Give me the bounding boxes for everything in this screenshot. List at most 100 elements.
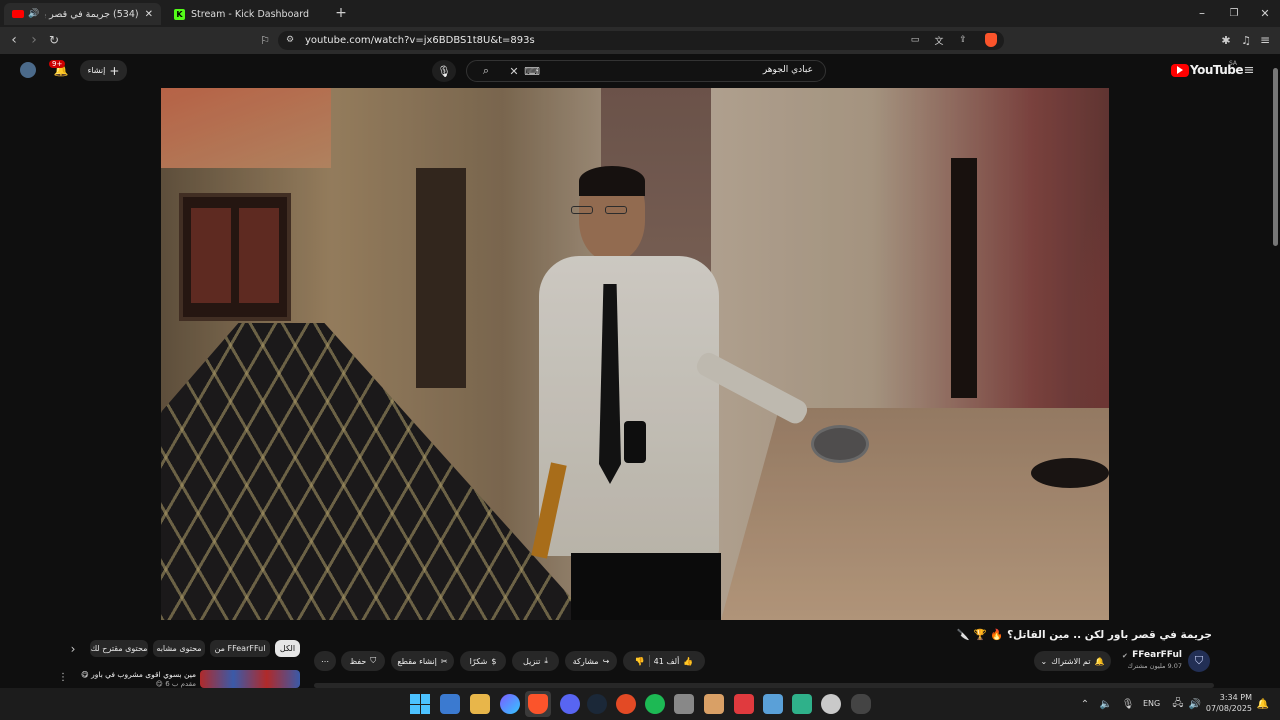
thanks-button[interactable]: شكرًا $ xyxy=(460,651,506,671)
search-icon[interactable]: ⌕ xyxy=(479,64,493,78)
related-more-icon[interactable]: ⋮ xyxy=(58,670,68,684)
keyboard-icon[interactable]: ⌨ xyxy=(524,64,540,78)
notification-count-badge: 9+ xyxy=(49,60,66,68)
related-item-thumbnail[interactable] xyxy=(200,670,300,688)
tab-kick[interactable]: K Stream - Kick Dashboard xyxy=(166,3,326,25)
plus-icon: + xyxy=(109,63,120,78)
dislike-icon[interactable]: 👎 xyxy=(635,657,645,666)
file-explorer-icon[interactable] xyxy=(470,694,490,714)
channel-avatar[interactable]: ⛉ xyxy=(1188,650,1210,672)
language-indicator[interactable]: ENG xyxy=(1143,699,1160,708)
start-windows-icon[interactable] xyxy=(410,694,430,714)
spotify-icon[interactable] xyxy=(645,694,665,714)
save-button[interactable]: حفظ ⛉ xyxy=(341,651,385,671)
minimize-icon[interactable]: – xyxy=(1194,5,1210,21)
notification-center-icon[interactable]: 🔔 xyxy=(1256,696,1270,712)
tray-network-icon[interactable]: 🖧 xyxy=(1171,696,1185,712)
like-icon[interactable]: 👍 xyxy=(683,657,693,666)
close-window-icon[interactable]: ✕ xyxy=(1257,5,1273,21)
guide-menu-icon[interactable]: ≡ xyxy=(1241,62,1257,78)
tray-volume-icon[interactable]: 🔈 xyxy=(1099,696,1113,712)
new-tab-plus-icon[interactable]: + xyxy=(333,5,349,21)
close-tab-icon[interactable]: ✕ xyxy=(145,9,153,20)
save-label: حفظ xyxy=(349,656,367,666)
app-icon[interactable] xyxy=(792,694,812,714)
brave-browser-icon[interactable] xyxy=(528,694,548,714)
scrollbar-thumb[interactable] xyxy=(1273,68,1278,246)
verified-icon: ✔ xyxy=(1122,652,1128,660)
speaker-icon[interactable]: 🔊 xyxy=(28,9,39,19)
site-info-icon[interactable]: ⚙ xyxy=(284,34,296,46)
tab-youtube[interactable]: 🔊 (534) جريمة في قصر باور لكن ✕ xyxy=(4,3,161,25)
tray-chevron-up-icon[interactable]: ⌃ xyxy=(1078,696,1092,712)
search-box[interactable]: ⌕ ✕ ⌨ عبادي الجوهر xyxy=(466,60,826,82)
chip-all[interactable]: الكل xyxy=(275,640,300,657)
video-title: جريمة في قصر باور لكن .. مين القاتل؟ 🔥 🏆… xyxy=(956,629,1212,641)
steam-icon[interactable] xyxy=(587,694,607,714)
channel-name[interactable]: FFearFFul xyxy=(1130,650,1182,660)
clip-button[interactable]: إنشاء مقطع ✂ xyxy=(391,651,454,671)
video-player[interactable] xyxy=(161,88,1109,620)
search-input[interactable]: عبادي الجوهر xyxy=(763,65,813,75)
tab-title: (534) جريمة في قصر باور لكن xyxy=(45,8,139,20)
page-scrollbar[interactable] xyxy=(1270,54,1280,688)
share-arrow-icon: ↪ xyxy=(602,656,610,666)
clear-search-icon[interactable]: ✕ xyxy=(507,64,521,78)
download-button[interactable]: تنزيل ⤓ xyxy=(512,651,559,671)
tray-mic-icon[interactable]: 🎙 xyxy=(1121,696,1135,712)
save-icon: ⛉ xyxy=(370,656,377,665)
tray-speaker-icon[interactable]: 🔊 xyxy=(1188,696,1202,712)
share-label: مشاركة xyxy=(572,656,599,666)
related-item-title[interactable]: مين بسوي اقوى مشروب في باور 😋 ( xyxy=(78,670,196,679)
windows-taskbar: ⌃ 🔈 🎙 ENG 🖧 🔊 3:34 PM 07/08/2025 🔔 xyxy=(0,688,1280,720)
address-bar[interactable]: ⚙ youtube.com/watch?v=jx6BDBS1t8U&t=893s… xyxy=(278,31,1004,50)
subscribed-button[interactable]: ⌄ تم الاشتراك 🔔 xyxy=(1034,651,1111,671)
clock-time[interactable]: 3:34 PM xyxy=(1208,693,1252,702)
reload-icon[interactable]: ↻ xyxy=(46,32,62,48)
region-code: SA xyxy=(1229,60,1238,67)
clock-date[interactable]: 07/08/2025 xyxy=(1204,704,1252,713)
browser-tab-strip: 🔊 (534) جريمة في قصر باور لكن ✕ K Stream… xyxy=(0,0,1280,27)
share-button[interactable]: مشاركة ↪ xyxy=(565,651,617,671)
browser-toolbar: ‹ › ↻ ⚐ ⚙ youtube.com/watch?v=jx6BDBS1t8… xyxy=(0,27,1280,54)
media-icon[interactable]: ♫ xyxy=(1238,32,1254,48)
brave-shields-icon[interactable] xyxy=(982,32,1000,48)
clip-label: إنشاء مقطع xyxy=(397,656,437,666)
avatar[interactable] xyxy=(20,62,36,78)
share-page-icon[interactable]: ⇪ xyxy=(956,34,970,46)
settings-gear-icon[interactable] xyxy=(821,694,841,714)
app-icon[interactable] xyxy=(763,694,783,714)
app-icon[interactable] xyxy=(734,694,754,714)
scissors-icon: ✂ xyxy=(440,656,448,666)
forward-icon[interactable]: › xyxy=(26,32,42,48)
voice-search-icon[interactable]: 🎙 xyxy=(432,60,456,82)
subscribed-label: تم الاشتراك xyxy=(1051,656,1091,666)
cast-icon[interactable]: ▭ xyxy=(908,34,922,46)
widgets-icon[interactable] xyxy=(440,694,460,714)
youtube-favicon-icon xyxy=(12,10,24,18)
translate-icon[interactable]: 文 xyxy=(932,34,946,47)
download-icon: ⤓ xyxy=(544,656,548,665)
discord-icon[interactable] xyxy=(560,694,580,714)
app-icon[interactable] xyxy=(851,694,871,714)
back-icon[interactable]: ‹ xyxy=(6,32,22,48)
chips-next-icon[interactable]: › xyxy=(66,642,80,656)
chip-from-channel[interactable]: من FFearFFul xyxy=(210,640,270,657)
like-count: 41 ألف xyxy=(653,656,680,666)
thanks-label: شكرًا xyxy=(469,656,488,666)
bookmark-icon[interactable]: ⚐ xyxy=(257,32,273,48)
browser-menu-icon[interactable]: ≡ xyxy=(1257,32,1273,48)
app-icon[interactable] xyxy=(704,694,724,714)
restore-icon[interactable]: ❐ xyxy=(1226,5,1242,21)
chip-recommended[interactable]: محتوى مقترح لك xyxy=(90,640,148,657)
create-label: إنشاء xyxy=(87,66,106,75)
extensions-icon[interactable]: ✱ xyxy=(1218,32,1234,48)
store-icon[interactable] xyxy=(674,694,694,714)
video-overlay xyxy=(161,88,1109,620)
divider xyxy=(648,655,650,667)
chip-related[interactable]: محتوى مشابه xyxy=(153,640,205,657)
copilot-icon[interactable] xyxy=(500,694,520,714)
more-actions-icon[interactable]: ⋯ xyxy=(314,651,336,671)
game-launcher-icon[interactable] xyxy=(616,694,636,714)
create-button[interactable]: إنشاء + xyxy=(80,60,127,81)
